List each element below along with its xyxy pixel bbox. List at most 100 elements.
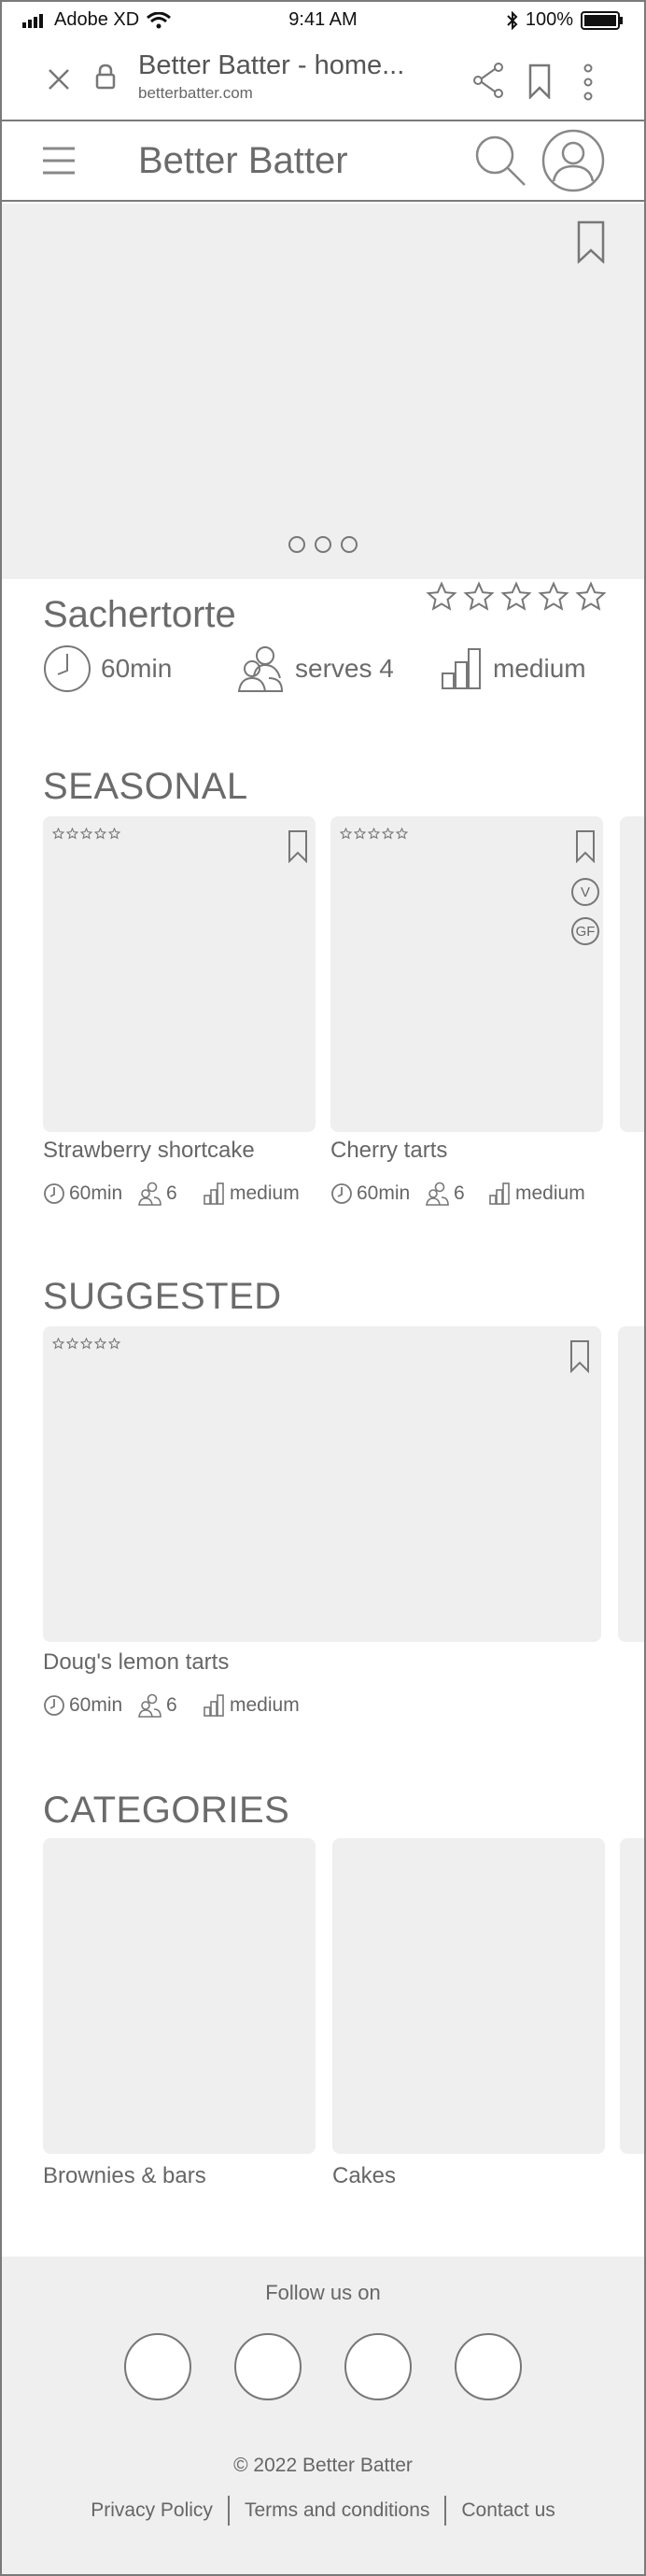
copyright: © 2022 Better Batter bbox=[233, 2455, 413, 2476]
difficulty-label: medium bbox=[515, 1182, 585, 1204]
difficulty-meta: medium bbox=[204, 1181, 300, 1207]
serves-meta: 6 bbox=[426, 1181, 465, 1207]
star-icon bbox=[94, 828, 106, 840]
star-icon bbox=[108, 1338, 120, 1350]
difficulty-bars-icon bbox=[204, 1694, 224, 1717]
category-card[interactable] bbox=[332, 1838, 605, 2154]
browser-tab-title: Better Batter - home... bbox=[138, 50, 405, 80]
recipe-card[interactable] bbox=[43, 1326, 601, 1642]
phone-frame: Adobe XD 9:41 AM 100% Better Batter - ho… bbox=[0, 0, 646, 2576]
carousel-dot[interactable] bbox=[288, 536, 305, 553]
card-rating bbox=[52, 1338, 120, 1350]
card-meta: 60min 6 medium bbox=[43, 1181, 316, 1207]
terms-link[interactable]: Terms and conditions bbox=[230, 2499, 444, 2522]
serves-label: serves 4 bbox=[295, 654, 394, 683]
clock-icon bbox=[44, 1183, 64, 1204]
browser-url[interactable]: betterbatter.com bbox=[138, 84, 253, 103]
recipe-card-peek[interactable] bbox=[620, 816, 644, 1132]
card-meta: 60min 6 medium bbox=[330, 1181, 611, 1207]
star-icon bbox=[66, 1338, 78, 1350]
serves-label: 6 bbox=[166, 1182, 177, 1204]
category-label[interactable]: Brownies & bars bbox=[43, 2163, 206, 2189]
serves-meta: serves 4 bbox=[237, 643, 394, 695]
privacy-policy-link[interactable]: Privacy Policy bbox=[76, 2499, 228, 2522]
star-icon[interactable] bbox=[463, 581, 495, 613]
battery-percent: 100% bbox=[525, 9, 573, 30]
star-icon[interactable] bbox=[575, 581, 607, 613]
category-card[interactable] bbox=[43, 1838, 316, 2154]
star-icon bbox=[368, 828, 380, 840]
hamburger-menu-icon[interactable] bbox=[41, 146, 77, 176]
follow-us-label: Follow us on bbox=[265, 2281, 381, 2304]
category-label[interactable]: Cakes bbox=[332, 2163, 396, 2189]
serves-meta: 6 bbox=[138, 1181, 177, 1207]
time-meta: 60min bbox=[330, 1181, 410, 1207]
serves-label: 6 bbox=[454, 1182, 465, 1204]
time-label: 60min bbox=[101, 654, 173, 683]
featured-meta: 60min serves 4 medium bbox=[43, 643, 612, 695]
star-icon bbox=[66, 828, 78, 840]
account-icon[interactable] bbox=[541, 129, 605, 192]
difficulty-label: medium bbox=[493, 654, 586, 683]
lock-icon bbox=[95, 64, 116, 90]
footer: Follow us on © 2022 Better Batter Privac… bbox=[2, 2257, 644, 2574]
social-link-icon[interactable] bbox=[344, 2333, 412, 2400]
share-icon[interactable] bbox=[472, 62, 504, 99]
time-meta: 60min bbox=[43, 1181, 122, 1207]
time-meta: 60min bbox=[43, 643, 172, 695]
star-icon bbox=[80, 828, 92, 840]
site-brand[interactable]: Better Batter bbox=[138, 140, 348, 182]
people-icon bbox=[237, 646, 284, 692]
card-rating bbox=[52, 828, 120, 840]
carousel-dot[interactable] bbox=[341, 536, 358, 553]
card-title[interactable]: Strawberry shortcake bbox=[43, 1138, 255, 1164]
time-label: 60min bbox=[357, 1182, 411, 1204]
more-icon[interactable] bbox=[583, 64, 594, 101]
star-icon bbox=[396, 828, 408, 840]
difficulty-bars-icon bbox=[489, 1182, 510, 1205]
social-link-icon[interactable] bbox=[124, 2333, 191, 2400]
close-icon[interactable] bbox=[47, 67, 71, 92]
people-icon bbox=[138, 1693, 162, 1718]
people-icon bbox=[426, 1182, 449, 1206]
carousel-dot[interactable] bbox=[315, 536, 331, 553]
section-title-seasonal: SEASONAL bbox=[43, 766, 248, 807]
social-link-icon[interactable] bbox=[455, 2333, 522, 2400]
recipe-card[interactable] bbox=[43, 816, 316, 1132]
carousel-dots[interactable] bbox=[2, 536, 644, 553]
difficulty-label: medium bbox=[230, 1182, 300, 1204]
difficulty-meta: medium bbox=[441, 643, 586, 695]
clock-icon bbox=[331, 1183, 352, 1204]
star-icon[interactable] bbox=[500, 581, 532, 613]
star-icon[interactable] bbox=[426, 581, 457, 613]
bookmark-icon[interactable] bbox=[288, 829, 308, 863]
time-meta: 60min bbox=[43, 1692, 122, 1719]
star-icon bbox=[108, 828, 120, 840]
featured-recipe-title[interactable]: Sachertorte bbox=[43, 594, 236, 636]
bookmark-icon[interactable] bbox=[528, 64, 551, 99]
bookmark-icon[interactable] bbox=[575, 829, 596, 863]
category-card-peek[interactable] bbox=[620, 1838, 644, 2154]
difficulty-bars-icon bbox=[204, 1182, 224, 1205]
star-icon bbox=[382, 828, 394, 840]
hero-image[interactable] bbox=[2, 204, 644, 579]
recipe-card[interactable]: V GF bbox=[330, 816, 603, 1132]
star-icon[interactable] bbox=[538, 581, 569, 613]
social-link-icon[interactable] bbox=[234, 2333, 302, 2400]
card-title[interactable]: Cherry tarts bbox=[330, 1138, 447, 1164]
serves-meta: 6 bbox=[138, 1692, 177, 1719]
card-title[interactable]: Doug's lemon tarts bbox=[43, 1649, 229, 1676]
browser-bar: Better Batter - home... betterbatter.com bbox=[2, 39, 644, 121]
social-links bbox=[2, 2333, 644, 2400]
section-title-suggested: SUGGESTED bbox=[43, 1276, 282, 1317]
recipe-card-peek[interactable] bbox=[618, 1326, 644, 1642]
difficulty-label: medium bbox=[230, 1694, 300, 1716]
bluetooth-icon bbox=[507, 10, 518, 30]
search-icon[interactable] bbox=[474, 134, 527, 187]
difficulty-meta: medium bbox=[489, 1181, 585, 1207]
card-meta: 60min 6 medium bbox=[43, 1692, 323, 1719]
bookmark-icon[interactable] bbox=[577, 220, 605, 263]
bookmark-icon[interactable] bbox=[569, 1339, 590, 1373]
contact-link[interactable]: Contact us bbox=[446, 2499, 569, 2522]
rating-stars[interactable] bbox=[426, 581, 607, 613]
